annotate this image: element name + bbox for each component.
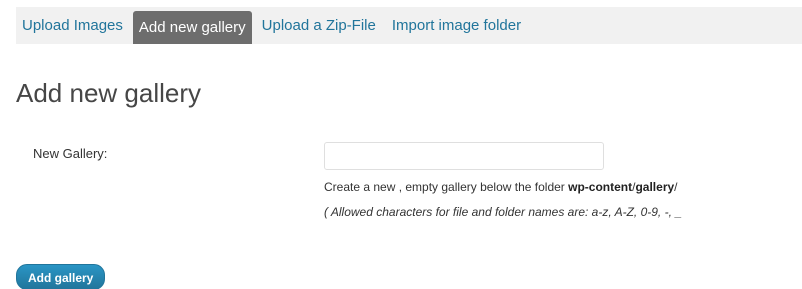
description-text: Create a new , empty gallery below the f… bbox=[324, 180, 569, 194]
add-gallery-button[interactable]: Add gallery bbox=[16, 264, 106, 289]
path-trailing-slash: / bbox=[674, 180, 678, 194]
page: Upload Images Add new gallery Upload a Z… bbox=[0, 0, 802, 289]
tab-upload-images[interactable]: Upload Images bbox=[16, 10, 129, 41]
new-gallery-label: New Gallery: bbox=[33, 146, 108, 161]
path-wp-content: wp-content bbox=[568, 180, 633, 194]
tab-import-image-folder[interactable]: Import image folder bbox=[386, 10, 527, 41]
gallery-path-description: Create a new , empty gallery below the f… bbox=[324, 180, 678, 194]
tab-bar: Upload Images Add new gallery Upload a Z… bbox=[16, 7, 802, 44]
allowed-characters-hint: ( Allowed characters for file and folder… bbox=[324, 205, 682, 219]
tab-add-new-gallery[interactable]: Add new gallery bbox=[132, 11, 252, 44]
path-gallery: gallery bbox=[635, 180, 675, 194]
page-title: Add new gallery bbox=[16, 78, 201, 108]
new-gallery-input[interactable] bbox=[324, 142, 604, 170]
tab-upload-zip-file[interactable]: Upload a Zip-File bbox=[256, 10, 382, 41]
